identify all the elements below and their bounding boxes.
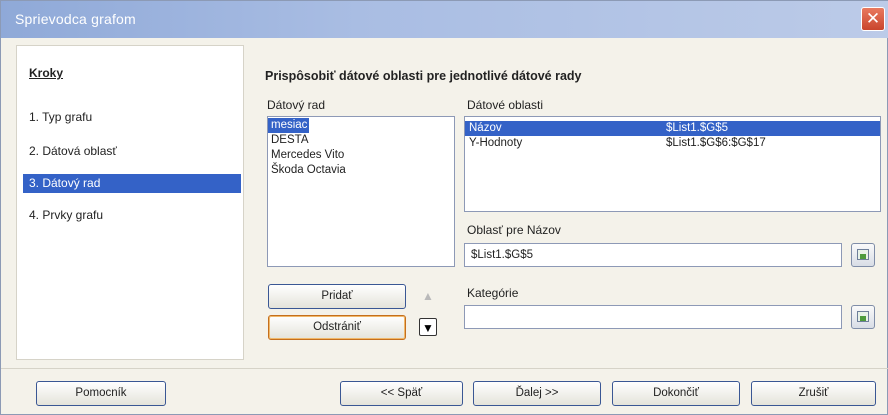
- series-item[interactable]: DESTA: [268, 133, 454, 148]
- move-down-button[interactable]: ▼: [419, 318, 437, 336]
- series-item[interactable]: mesiac: [268, 118, 310, 133]
- range-value: $List1.$G$6:$G$17: [666, 137, 766, 149]
- window-title: Sprievodca grafom: [15, 11, 136, 27]
- list-item[interactable]: mesiac: [268, 117, 454, 133]
- categories-label: Kategórie: [467, 286, 519, 300]
- data-series-list[interactable]: mesiac DESTA Mercedes Vito Škoda Octavia: [267, 116, 455, 267]
- title-bar[interactable]: Sprievodca grafom ✕: [1, 1, 888, 38]
- step-data-series[interactable]: 3. Dátový rad: [23, 174, 241, 193]
- range-value: $List1.$G$5: [666, 122, 729, 134]
- back-button[interactable]: << Späť: [340, 381, 463, 406]
- page-heading: Prispôsobiť dátové oblasti pre jednotliv…: [265, 69, 582, 83]
- step-data-range[interactable]: 2. Dátová oblasť: [23, 142, 241, 161]
- range-row[interactable]: Y-Hodnoty $List1.$G$6:$G$17: [465, 136, 880, 151]
- steps-panel: Kroky 1. Typ grafu 2. Dátová oblasť 3. D…: [16, 45, 244, 360]
- arrow-up-icon: ▲: [422, 289, 434, 303]
- remove-series-button[interactable]: Odstrániť: [268, 315, 406, 340]
- next-button[interactable]: Ďalej >>: [473, 381, 601, 406]
- name-range-label: Oblasť pre Názov: [467, 223, 561, 237]
- data-ranges-label: Dátové oblasti: [467, 98, 544, 112]
- series-item[interactable]: Škoda Octavia: [268, 163, 454, 178]
- range-row[interactable]: Názov $List1.$G$5: [465, 121, 880, 136]
- cancel-button[interactable]: Zrušiť: [751, 381, 876, 406]
- help-button[interactable]: Pomocník: [36, 381, 166, 406]
- range-name: Y-Hodnoty: [469, 137, 523, 149]
- range-select-icon: [857, 249, 869, 260]
- series-item[interactable]: Mercedes Vito: [268, 148, 454, 163]
- close-icon: ✕: [865, 9, 881, 28]
- move-up-button[interactable]: ▲: [419, 287, 437, 305]
- select-name-range-button[interactable]: [851, 243, 875, 267]
- range-name: Názov: [469, 122, 502, 134]
- step-chart-elements[interactable]: 4. Prvky grafu: [23, 206, 241, 225]
- close-button[interactable]: ✕: [861, 7, 885, 31]
- steps-heading: Kroky: [29, 66, 64, 80]
- step-chart-type[interactable]: 1. Typ grafu: [23, 108, 241, 127]
- data-ranges-list[interactable]: Názov $List1.$G$5 Y-Hodnoty $List1.$G$6:…: [464, 116, 881, 212]
- name-range-input[interactable]: $List1.$G$5: [464, 243, 842, 267]
- categories-input[interactable]: [464, 305, 842, 329]
- footer-divider: [1, 368, 888, 369]
- data-series-label: Dátový rad: [267, 98, 326, 112]
- range-select-icon: [857, 311, 869, 322]
- add-series-button[interactable]: Pridať: [268, 284, 406, 309]
- chart-wizard-dialog: Sprievodca grafom ✕ Kroky 1. Typ grafu 2…: [0, 0, 888, 415]
- arrow-down-icon: ▼: [422, 321, 434, 335]
- finish-button[interactable]: Dokončiť: [612, 381, 740, 406]
- select-categories-range-button[interactable]: [851, 305, 875, 329]
